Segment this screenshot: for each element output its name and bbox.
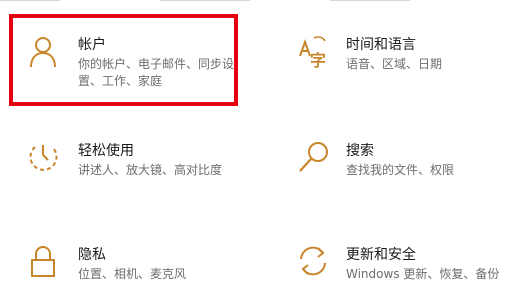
tile-time-language[interactable]: 字 时间和语言 语音、区域、日期 bbox=[290, 22, 520, 102]
tile-title: 搜索 bbox=[346, 143, 374, 159]
lock-icon bbox=[26, 244, 60, 278]
tile-description: Windows 更新、恢复、备份 bbox=[346, 267, 500, 281]
svg-text:字: 字 bbox=[310, 51, 326, 68]
ease-of-access-icon bbox=[26, 140, 60, 174]
tile-privacy[interactable]: 隐私 位置、相机、麦克风 bbox=[20, 232, 240, 302]
tile-title: 轻松使用 bbox=[78, 143, 134, 159]
time-language-icon: 字 bbox=[296, 34, 330, 68]
tile-search[interactable]: 搜索 查找我的文件、权限 bbox=[290, 128, 520, 198]
tile-description: 语音、区域、日期 bbox=[346, 57, 443, 71]
top-edge-strip bbox=[0, 0, 531, 7]
tile-title: 更新和安全 bbox=[346, 247, 416, 263]
tile-title: 时间和语言 bbox=[346, 37, 416, 53]
tile-accounts[interactable]: 帐户 你的帐户、电子邮件、同步设置、工作、家庭 bbox=[20, 22, 240, 102]
tile-ease-of-access[interactable]: 轻松使用 讲述人、放大镜、高对比度 bbox=[20, 128, 240, 198]
tile-description: 查找我的文件、权限 bbox=[346, 163, 455, 177]
tile-title: 隐私 bbox=[78, 247, 106, 263]
person-icon bbox=[26, 34, 60, 68]
tile-description: 讲述人、放大镜、高对比度 bbox=[78, 163, 223, 177]
tile-update-security[interactable]: 更新和安全 Windows 更新、恢复、备份 bbox=[290, 232, 526, 302]
update-sync-icon bbox=[296, 244, 330, 278]
tile-description: 位置、相机、麦克风 bbox=[78, 267, 187, 281]
search-icon bbox=[296, 140, 330, 174]
tile-title: 帐户 bbox=[78, 37, 106, 53]
tile-description: 你的帐户、电子邮件、同步设置、工作、家庭 bbox=[78, 57, 235, 88]
